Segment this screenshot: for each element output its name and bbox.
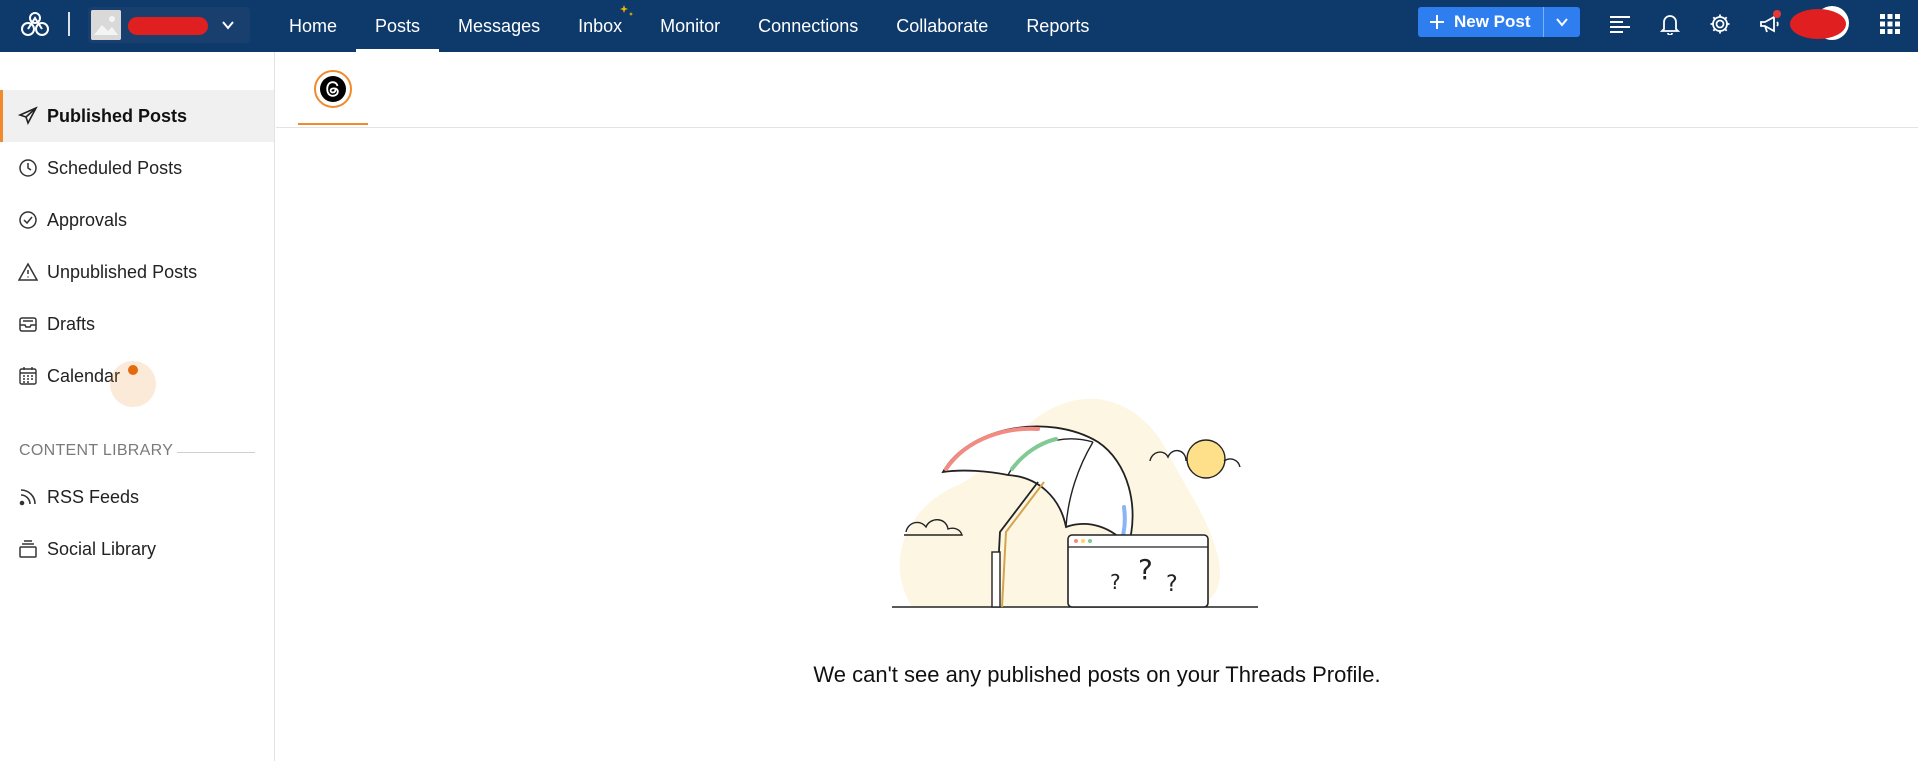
sidebar-item-published-posts[interactable]: Published Posts	[0, 90, 274, 142]
nav-inbox-label: Inbox	[578, 15, 623, 36]
brand-switcher[interactable]	[88, 7, 250, 43]
sidebar-item-calendar[interactable]: Calendar	[0, 350, 274, 407]
main-content: ? ? ? We can't see any published posts o…	[276, 52, 1918, 761]
nav-collaborate[interactable]: Collaborate	[877, 0, 1007, 52]
empty-state-message: We can't see any published posts on your…	[813, 662, 1381, 687]
tab-threads-profile[interactable]	[298, 52, 368, 125]
sidebar-item-approvals[interactable]: Approvals	[0, 194, 274, 246]
stack-icon	[18, 539, 38, 559]
svg-text:?: ?	[1138, 553, 1153, 586]
nav-connections-label: Connections	[758, 15, 859, 36]
paper-plane-icon	[18, 106, 38, 126]
sidebar-item-label: Published Posts	[47, 105, 188, 126]
nav-messages[interactable]: Messages	[439, 0, 559, 52]
nav-posts[interactable]: Posts	[356, 0, 440, 52]
bell-icon[interactable]	[1656, 10, 1684, 38]
chevron-down-icon	[1556, 18, 1568, 27]
megaphone-icon[interactable]	[1756, 10, 1784, 38]
sidebar-item-label: Social Library	[47, 538, 157, 559]
calendar-icon	[18, 366, 38, 386]
nav-reports-label: Reports	[1026, 15, 1090, 36]
avatar[interactable]	[1788, 5, 1852, 41]
profile-tabs	[276, 52, 1918, 128]
notification-dot	[1773, 10, 1781, 18]
warning-icon	[18, 262, 38, 282]
empty-state-illustration: ? ? ?	[892, 398, 1258, 608]
sidebar: Published Posts Scheduled Posts Approval…	[0, 52, 275, 761]
app-logo-icon[interactable]	[18, 9, 52, 43]
nav-collaborate-label: Collaborate	[896, 15, 989, 36]
sparkle-icon	[619, 4, 635, 20]
plus-icon	[1430, 15, 1444, 29]
nav-monitor[interactable]: Monitor	[641, 0, 739, 52]
sidebar-item-label: Approvals	[47, 209, 128, 230]
nav-messages-label: Messages	[458, 15, 541, 36]
inbox-tray-icon	[18, 314, 38, 334]
calendar-notification-dot	[128, 365, 138, 375]
chevron-down-icon	[220, 17, 236, 33]
sidebar-item-social-library[interactable]: Social Library	[0, 523, 274, 575]
sidebar-item-rss-feeds[interactable]: RSS Feeds	[0, 471, 274, 523]
rss-icon	[18, 487, 38, 507]
nav-connections[interactable]: Connections	[739, 0, 877, 52]
nav-home-label: Home	[289, 15, 338, 36]
brand-image-icon	[91, 10, 121, 40]
profile-avatar-ring	[314, 70, 352, 108]
clock-icon	[18, 158, 38, 178]
new-post-label: New Post	[1454, 12, 1531, 31]
sidebar-item-label: RSS Feeds	[47, 486, 140, 507]
section-divider	[177, 452, 255, 453]
sidebar-item-label: Drafts	[47, 313, 96, 334]
nav-home[interactable]: Home	[270, 0, 356, 52]
sidebar-item-unpublished-posts[interactable]: Unpublished Posts	[0, 246, 274, 298]
nav-reports[interactable]: Reports	[1007, 0, 1108, 52]
brand-name-redacted	[128, 17, 208, 35]
gear-icon[interactable]	[1706, 10, 1734, 38]
nav-posts-label: Posts	[375, 15, 421, 36]
sidebar-item-drafts[interactable]: Drafts	[0, 298, 274, 350]
nav-monitor-label: Monitor	[660, 15, 721, 36]
sidebar-item-label: Scheduled Posts	[47, 157, 183, 178]
main-nav: Home Posts Messages Inbox Monitor Connec…	[270, 0, 1108, 52]
sidebar-item-scheduled-posts[interactable]: Scheduled Posts	[0, 142, 274, 194]
threads-profile-icon	[320, 76, 346, 102]
apps-grid-icon[interactable]	[1876, 10, 1904, 38]
nav-inbox[interactable]: Inbox	[559, 0, 641, 52]
new-post-dropdown[interactable]	[1544, 7, 1580, 37]
content-library-heading: CONTENT LIBRARY	[19, 442, 174, 459]
svg-text:?: ?	[1110, 570, 1121, 594]
top-navigation-bar: Home Posts Messages Inbox Monitor Connec…	[0, 0, 1918, 52]
svg-text:?: ?	[1166, 572, 1178, 597]
new-post-button[interactable]: New Post	[1418, 7, 1580, 37]
list-icon[interactable]	[1606, 10, 1634, 38]
new-post-main[interactable]: New Post	[1418, 7, 1543, 37]
sidebar-item-label: Unpublished Posts	[47, 261, 198, 282]
check-circle-icon	[18, 210, 38, 230]
brand-divider	[68, 12, 70, 36]
